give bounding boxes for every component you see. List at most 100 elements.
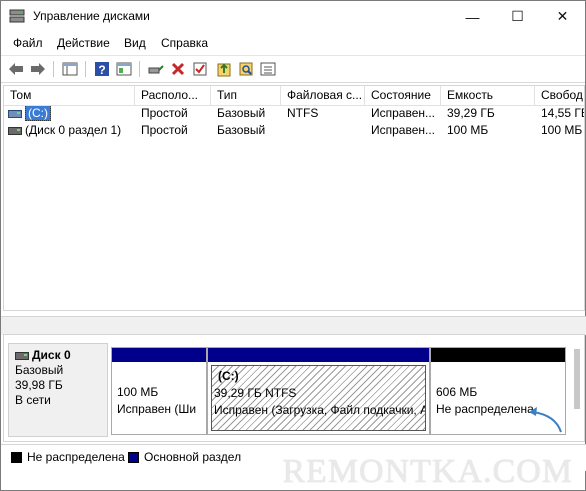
disk-state: В сети bbox=[15, 393, 51, 407]
close-button[interactable]: ✕ bbox=[540, 1, 585, 32]
column-capacity[interactable]: Емкость bbox=[441, 86, 535, 105]
partition-c[interactable]: (C:) 39,29 ГБ NTFS Исправен (Загрузка, Ф… bbox=[207, 347, 430, 435]
partition-bar bbox=[208, 348, 429, 362]
back-arrow-icon bbox=[9, 63, 23, 75]
cell-filesystem: NTFS bbox=[287, 106, 319, 120]
partition-size: 606 МБ bbox=[436, 385, 478, 399]
window-title: Управление дисками bbox=[33, 9, 150, 23]
partition-bar bbox=[431, 348, 565, 362]
cell-free: 14,55 ГБ bbox=[541, 106, 585, 120]
list-icon bbox=[260, 62, 276, 76]
minimize-button[interactable]: — bbox=[450, 1, 495, 32]
volume-name: (Диск 0 раздел 1) bbox=[25, 123, 122, 137]
menu-view[interactable]: Вид bbox=[124, 36, 146, 50]
toolbar-separator bbox=[53, 61, 54, 77]
delete-button[interactable] bbox=[169, 60, 187, 78]
check-button[interactable] bbox=[191, 60, 209, 78]
disk-graphical-view: Диск 0 Базовый 39,98 ГБ В сети 100 МБ Ис… bbox=[3, 334, 585, 442]
menu-bar: Файл Действие Вид Справка bbox=[1, 32, 585, 54]
cell-layout: Простой bbox=[141, 123, 188, 137]
search-icon bbox=[239, 62, 253, 76]
help-button[interactable]: ? bbox=[93, 60, 111, 78]
connect-button[interactable] bbox=[147, 60, 165, 78]
cell-status: Исправен... bbox=[371, 123, 436, 137]
cell-type: Базовый bbox=[217, 123, 266, 137]
disk-icon bbox=[15, 351, 29, 360]
column-status[interactable]: Состояние bbox=[365, 86, 441, 105]
partition-status: Исправен (Загрузка, Файл подкачки, А bbox=[214, 403, 426, 417]
cell-volume: (Диск 0 раздел 1) bbox=[4, 123, 135, 138]
properties-button[interactable] bbox=[115, 60, 133, 78]
legend-label-unallocated: Не распределена bbox=[27, 450, 125, 464]
partition-info-selected: (C:) 39,29 ГБ NTFS Исправен (Загрузка, Ф… bbox=[211, 365, 426, 431]
toolbar-separator bbox=[139, 61, 140, 77]
volume-list: Том Располо... Тип Файловая с... Состоян… bbox=[3, 85, 585, 311]
forward-arrow-icon bbox=[31, 63, 45, 75]
column-type[interactable]: Тип bbox=[211, 86, 281, 105]
volume-icon bbox=[8, 126, 22, 135]
svg-text:?: ? bbox=[98, 63, 105, 77]
toolbar-separator bbox=[85, 61, 86, 77]
column-filesystem[interactable]: Файловая с... bbox=[281, 86, 365, 105]
disk-type: Базовый bbox=[15, 363, 64, 377]
show-hide-tree-button[interactable] bbox=[61, 60, 79, 78]
partition-size: 39,29 ГБ NTFS bbox=[214, 386, 297, 400]
partition-title: (C:) bbox=[218, 369, 239, 383]
connect-icon bbox=[148, 65, 164, 74]
legend-label-primary: Основной раздел bbox=[144, 450, 242, 464]
column-layout[interactable]: Располо... bbox=[135, 86, 211, 105]
forward-button[interactable] bbox=[29, 60, 47, 78]
disk-management-app-icon bbox=[9, 9, 25, 23]
partition-title bbox=[436, 367, 560, 384]
volume-name: (C:) bbox=[25, 106, 51, 121]
cell-volume: (C:) bbox=[4, 106, 135, 121]
vertical-scrollbar[interactable] bbox=[574, 349, 580, 409]
menu-action[interactable]: Действие bbox=[57, 36, 110, 50]
refresh-button[interactable] bbox=[215, 60, 233, 78]
menu-file[interactable]: Файл bbox=[13, 36, 43, 50]
maximize-button[interactable]: ☐ bbox=[495, 1, 540, 32]
list-button[interactable] bbox=[259, 60, 277, 78]
volume-list-header: Том Располо... Тип Файловая с... Состоян… bbox=[4, 86, 584, 106]
partition-title bbox=[117, 367, 201, 384]
disk-0-label[interactable]: Диск 0 Базовый 39,98 ГБ В сети bbox=[8, 343, 108, 437]
pane-splitter[interactable] bbox=[1, 316, 586, 335]
watermark: REMONTKA.COM bbox=[282, 453, 573, 490]
partition-size: 100 МБ bbox=[117, 385, 159, 399]
disk-management-window: Управление дисками — ☐ ✕ Файл Действие В… bbox=[0, 0, 586, 491]
column-free[interactable]: Свобод bbox=[535, 86, 584, 105]
minimize-icon: — bbox=[465, 8, 480, 25]
disk-name-line: Диск 0 bbox=[15, 348, 101, 363]
legend-swatch-unallocated bbox=[11, 452, 22, 463]
disk-name: Диск 0 bbox=[32, 348, 71, 362]
table-row[interactable]: (C:) Простой Базовый NTFS Исправен... 39… bbox=[4, 106, 585, 121]
check-icon bbox=[193, 62, 207, 76]
cell-capacity: 100 МБ bbox=[447, 123, 489, 137]
maximize-icon: ☐ bbox=[511, 8, 524, 24]
partition-unallocated[interactable]: 606 МБ Не распределена bbox=[430, 347, 566, 435]
console-tree-icon bbox=[62, 62, 78, 76]
search-button[interactable] bbox=[237, 60, 255, 78]
help-icon: ? bbox=[95, 62, 109, 77]
partition-status: Исправен (Ши bbox=[117, 402, 197, 416]
table-row[interactable]: (Диск 0 раздел 1) Простой Базовый Исправ… bbox=[4, 123, 584, 138]
partition-system[interactable]: 100 МБ Исправен (Ши bbox=[111, 347, 207, 435]
title-bar: Управление дисками — ☐ ✕ bbox=[1, 1, 585, 32]
properties-icon bbox=[116, 62, 132, 76]
cell-free: 100 МБ bbox=[541, 123, 583, 137]
cell-layout: Простой bbox=[141, 106, 188, 120]
cell-status: Исправен... bbox=[371, 106, 436, 120]
legend-swatch-primary bbox=[128, 452, 139, 463]
column-volume[interactable]: Том bbox=[4, 86, 135, 105]
disk-size: 39,98 ГБ bbox=[15, 378, 63, 392]
cell-filesystem bbox=[281, 123, 365, 138]
cell-type: Базовый bbox=[217, 106, 266, 120]
close-icon: ✕ bbox=[556, 8, 569, 24]
annotation-arrow-icon bbox=[529, 407, 562, 433]
toolbar: ? bbox=[1, 55, 585, 83]
refresh-icon bbox=[217, 63, 231, 77]
menu-help[interactable]: Справка bbox=[161, 36, 208, 50]
partition-bar bbox=[112, 348, 206, 362]
back-button[interactable] bbox=[7, 60, 25, 78]
partition-info: 100 МБ Исправен (Ши bbox=[115, 365, 203, 431]
